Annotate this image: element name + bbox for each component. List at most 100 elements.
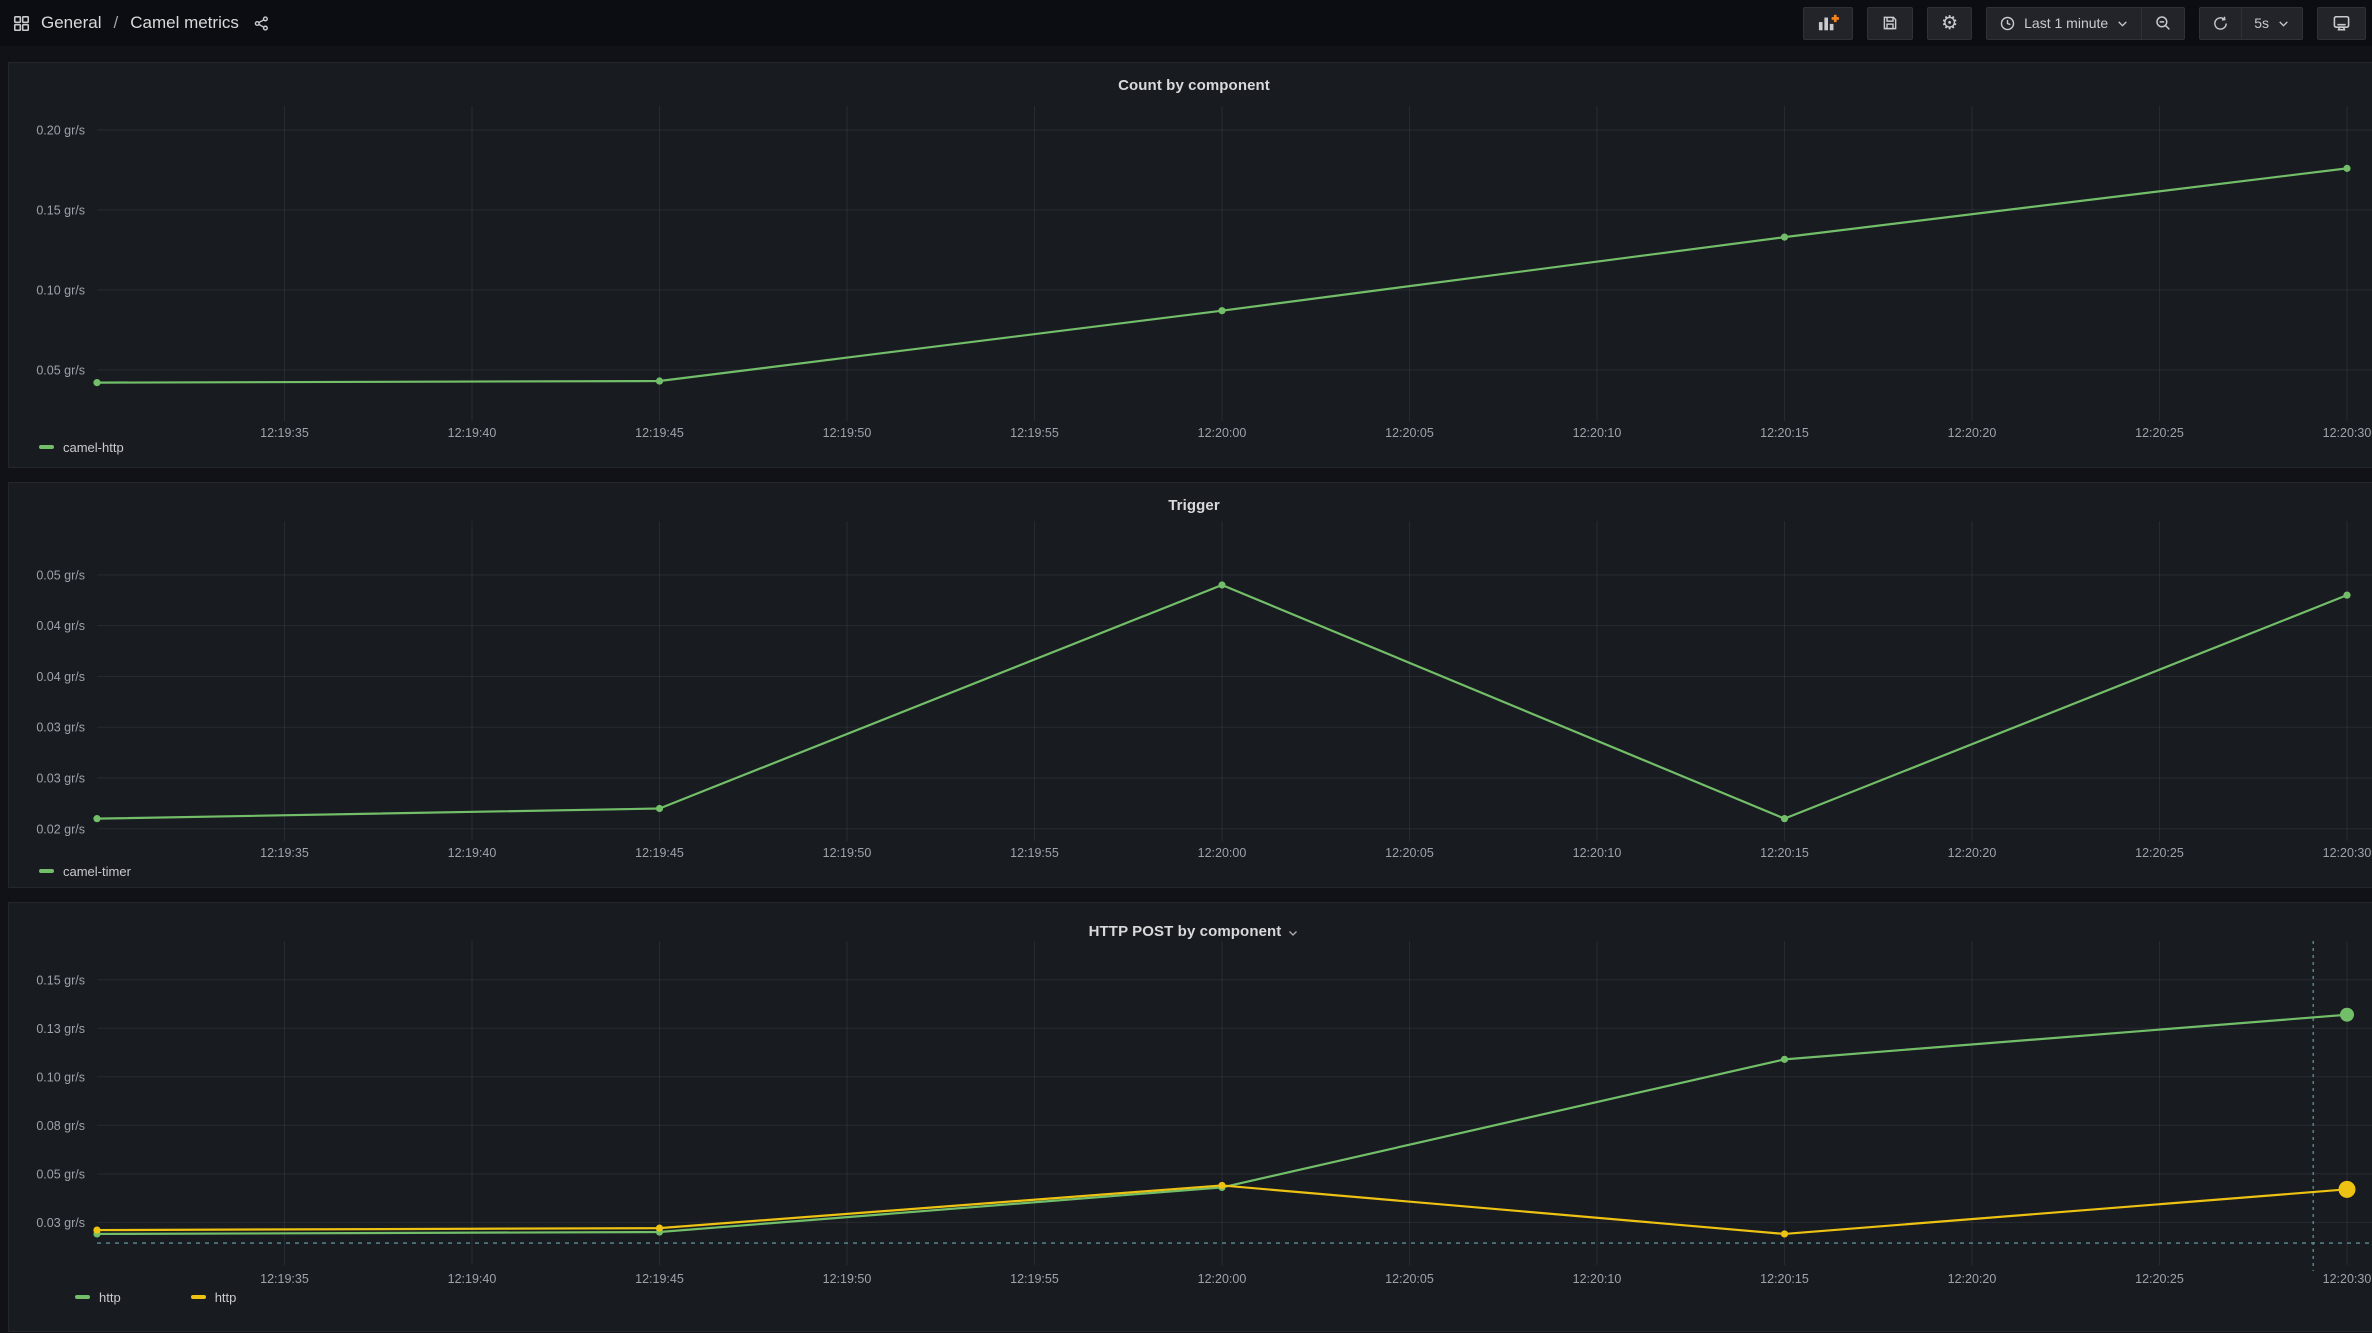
svg-text:12:20:25: 12:20:25: [2135, 846, 2184, 860]
tv-mode-button[interactable]: [2317, 7, 2366, 40]
svg-text:0.10 gr/s: 0.10 gr/s: [36, 283, 85, 297]
svg-text:12:20:30: 12:20:30: [2323, 846, 2372, 860]
svg-text:0.08 gr/s: 0.08 gr/s: [36, 1119, 85, 1133]
svg-text:12:20:20: 12:20:20: [1948, 426, 1997, 440]
breadcrumb-section[interactable]: General: [41, 13, 101, 33]
svg-text:12:19:35: 12:19:35: [260, 426, 309, 440]
svg-text:0.05 gr/s: 0.05 gr/s: [36, 363, 85, 377]
svg-text:12:20:15: 12:20:15: [1760, 1272, 1809, 1286]
refresh-button[interactable]: [2200, 8, 2241, 39]
grafana-dashboard: General / Camel metrics: [0, 0, 2372, 1297]
zoom-out-icon: [2154, 14, 2172, 32]
legend-label: camel-http: [63, 440, 124, 455]
svg-text:0.10 gr/s: 0.10 gr/s: [36, 1070, 85, 1084]
chevron-down-icon: [2277, 17, 2290, 30]
legend-item[interactable]: http: [75, 1290, 121, 1305]
svg-text:12:19:50: 12:19:50: [823, 426, 872, 440]
svg-text:12:20:00: 12:20:00: [1198, 426, 1247, 440]
panel-legend: camel-timer: [39, 861, 201, 881]
svg-text:12:20:20: 12:20:20: [1948, 846, 1997, 860]
legend-swatch-icon: [39, 869, 54, 873]
panel-http-post-by-component: HTTP POST by component 0.03 gr/s0.05 gr/…: [8, 902, 2372, 1332]
svg-text:0.20 gr/s: 0.20 gr/s: [36, 123, 85, 137]
svg-text:12:19:55: 12:19:55: [1010, 846, 1059, 860]
svg-text:0.03 gr/s: 0.03 gr/s: [36, 721, 85, 735]
page-title[interactable]: Camel metrics: [130, 13, 239, 33]
time-range-label: Last 1 minute: [2024, 15, 2108, 31]
legend-label: http: [215, 1290, 237, 1305]
svg-text:12:19:35: 12:19:35: [260, 1272, 309, 1286]
share-icon[interactable]: [253, 15, 270, 32]
svg-text:0.04 gr/s: 0.04 gr/s: [36, 619, 85, 633]
legend-item[interactable]: camel-timer: [39, 864, 131, 879]
chevron-down-icon: [2116, 17, 2129, 30]
svg-text:12:20:25: 12:20:25: [2135, 1272, 2184, 1286]
svg-text:12:19:45: 12:19:45: [635, 846, 684, 860]
dashboard-settings-button[interactable]: ⚙: [1927, 7, 1972, 40]
svg-text:12:20:30: 12:20:30: [2323, 1272, 2372, 1286]
svg-text:12:19:40: 12:19:40: [448, 426, 497, 440]
plus-icon: [1832, 15, 1839, 22]
svg-text:0.05 gr/s: 0.05 gr/s: [36, 1167, 85, 1181]
dashboard-toolbar: ⚙ Last 1 minute: [1803, 0, 2372, 46]
svg-text:0.15 gr/s: 0.15 gr/s: [36, 973, 85, 987]
svg-text:12:20:00: 12:20:00: [1198, 1272, 1247, 1286]
time-range-picker[interactable]: Last 1 minute: [1987, 8, 2141, 39]
svg-text:12:20:25: 12:20:25: [2135, 426, 2184, 440]
svg-text:0.03 gr/s: 0.03 gr/s: [36, 1216, 85, 1230]
svg-text:12:19:40: 12:19:40: [448, 846, 497, 860]
apps-grid-icon[interactable]: [12, 14, 31, 33]
svg-text:0.02 gr/s: 0.02 gr/s: [36, 822, 85, 836]
svg-text:0.05 gr/s: 0.05 gr/s: [36, 568, 85, 582]
breadcrumb-separator: /: [111, 13, 120, 33]
save-dashboard-button[interactable]: [1867, 7, 1913, 40]
panel-legend: http http: [75, 1287, 306, 1307]
clock-icon: [1999, 15, 2016, 32]
svg-text:12:19:50: 12:19:50: [823, 846, 872, 860]
svg-text:12:19:35: 12:19:35: [260, 846, 309, 860]
legend-swatch-icon: [191, 1295, 206, 1299]
svg-text:12:20:10: 12:20:10: [1573, 846, 1622, 860]
zoom-out-button[interactable]: [2141, 8, 2184, 39]
svg-text:12:20:05: 12:20:05: [1385, 846, 1434, 860]
panel-trigger: Trigger 0.02 gr/s0.03 gr/s0.03 gr/s0.04 …: [8, 482, 2372, 888]
legend-label: camel-timer: [63, 864, 131, 879]
refresh-interval-label: 5s: [2254, 15, 2269, 31]
svg-text:12:20:05: 12:20:05: [1385, 1272, 1434, 1286]
time-picker-group: Last 1 minute: [1986, 7, 2185, 40]
refresh-group: 5s: [2199, 7, 2303, 40]
breadcrumb: General / Camel metrics: [0, 13, 270, 33]
svg-text:12:19:55: 12:19:55: [1010, 426, 1059, 440]
svg-text:12:19:40: 12:19:40: [448, 1272, 497, 1286]
legend-swatch-icon: [39, 445, 54, 449]
svg-text:0.04 gr/s: 0.04 gr/s: [36, 670, 85, 684]
svg-text:12:20:15: 12:20:15: [1760, 426, 1809, 440]
svg-text:0.03 gr/s: 0.03 gr/s: [36, 772, 85, 786]
svg-text:12:20:15: 12:20:15: [1760, 846, 1809, 860]
tv-monitor-icon: [2331, 13, 2352, 33]
svg-text:12:19:50: 12:19:50: [823, 1272, 872, 1286]
svg-text:0.15 gr/s: 0.15 gr/s: [36, 203, 85, 217]
refresh-icon: [2212, 15, 2229, 32]
settings-gear-icon: ⚙: [1941, 14, 1958, 33]
svg-text:12:20:10: 12:20:10: [1573, 1272, 1622, 1286]
legend-item[interactable]: http: [191, 1290, 237, 1305]
svg-text:12:20:30: 12:20:30: [2323, 426, 2372, 440]
navbar: General / Camel metrics: [0, 0, 2372, 46]
svg-text:12:20:10: 12:20:10: [1573, 426, 1622, 440]
svg-text:12:20:05: 12:20:05: [1385, 426, 1434, 440]
svg-text:12:19:45: 12:19:45: [635, 1272, 684, 1286]
panel-legend: camel-http: [39, 437, 194, 457]
svg-text:12:19:45: 12:19:45: [635, 426, 684, 440]
legend-item[interactable]: camel-http: [39, 440, 124, 455]
panel-count-by-component: Count by component 0.05 gr/s0.10 gr/s0.1…: [8, 62, 2372, 468]
svg-text:12:19:55: 12:19:55: [1010, 1272, 1059, 1286]
svg-text:12:20:00: 12:20:00: [1198, 846, 1247, 860]
legend-label: http: [99, 1290, 121, 1305]
svg-text:0.13 gr/s: 0.13 gr/s: [36, 1022, 85, 1036]
svg-text:12:20:20: 12:20:20: [1948, 1272, 1997, 1286]
legend-swatch-icon: [75, 1295, 90, 1299]
refresh-interval-picker[interactable]: 5s: [2241, 8, 2302, 39]
add-panel-button[interactable]: [1803, 7, 1853, 40]
save-icon: [1881, 14, 1899, 32]
